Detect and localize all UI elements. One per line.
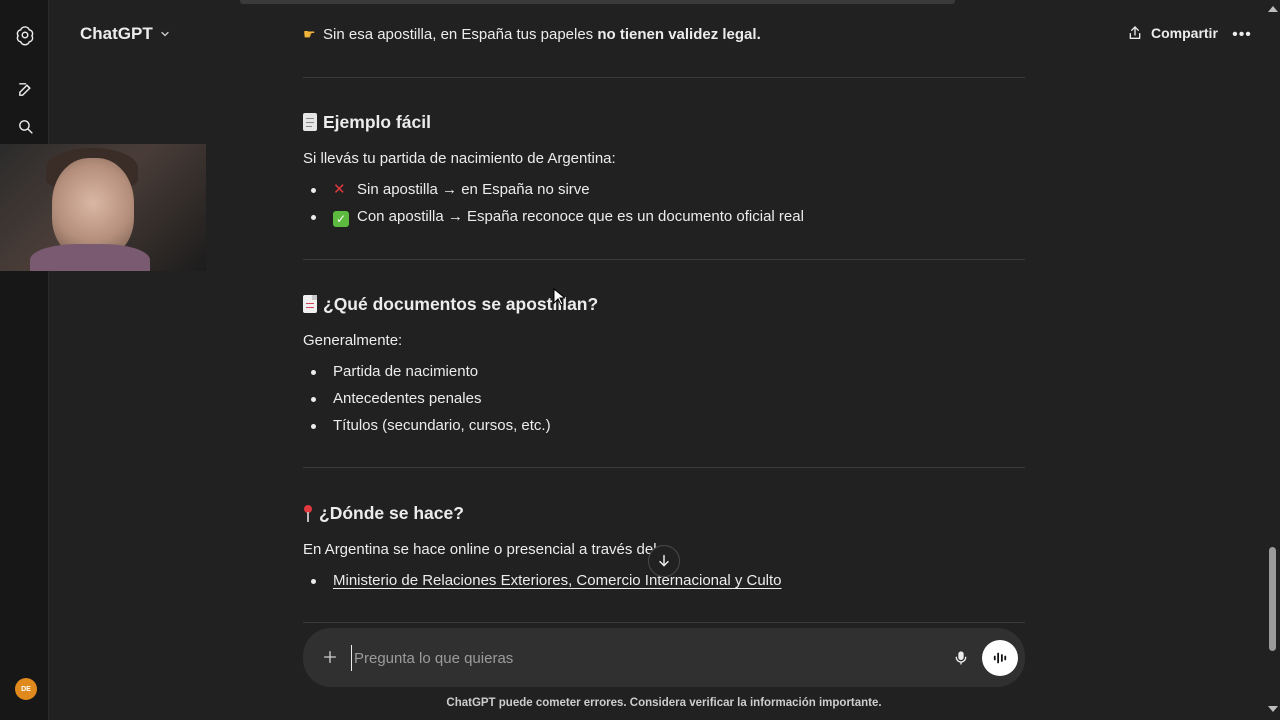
search-icon[interactable] xyxy=(12,113,38,139)
share-label: Compartir xyxy=(1151,25,1218,41)
share-button[interactable]: Compartir xyxy=(1127,25,1218,41)
plus-icon xyxy=(324,651,336,663)
model-label: ChatGPT xyxy=(80,24,153,43)
scroll-up-arrow-icon[interactable] xyxy=(1268,6,1278,12)
chevron-down-icon xyxy=(161,31,169,37)
divider xyxy=(303,259,1025,260)
app-window: DE ChatGPT Compartir ••• ☛ Sin esa aposti… xyxy=(0,0,1280,720)
scroll-down-arrow-icon[interactable] xyxy=(1268,706,1278,712)
voice-waveform-icon xyxy=(993,652,1007,664)
divider xyxy=(303,622,1025,623)
docs-list: Partida de nacimiento Antecedentes penal… xyxy=(303,358,551,439)
list-item: Ministerio de Relaciones Exteriores, Com… xyxy=(303,567,782,594)
page-facing-up-icon xyxy=(303,295,317,314)
round-pushpin-icon xyxy=(303,504,313,523)
list-item: Títulos (secundario, cursos, etc.) xyxy=(303,412,551,439)
section-title-text: Ejemplo fácil xyxy=(323,112,431,132)
sidebar-rail: DE xyxy=(0,0,49,720)
pointing-hand-icon: ☛ xyxy=(303,26,316,42)
intro-text: Sin esa apostilla, en España tus papeles xyxy=(323,26,598,43)
divider xyxy=(303,467,1025,468)
openai-logo-icon[interactable] xyxy=(12,22,38,48)
section-title-text: ¿Dónde se hace? xyxy=(319,503,464,523)
webcam-shirt xyxy=(30,244,150,271)
more-options-icon[interactable]: ••• xyxy=(1229,24,1255,46)
add-attachment-button[interactable] xyxy=(317,644,343,670)
check-mark-icon: ✓ xyxy=(333,211,349,227)
scrollbar-thumb[interactable] xyxy=(1269,547,1276,651)
new-chat-icon[interactable] xyxy=(12,76,38,102)
section-lead: Generalmente: xyxy=(303,332,403,349)
webcam-face xyxy=(52,158,134,258)
example-list: ✕ Sin apostilla → en España no sirve ✓ Con… xyxy=(303,176,804,230)
list-item-text: Con apostilla → España reconoce que es u… xyxy=(357,208,804,225)
section-lead: En Argentina se hace online o presencial… xyxy=(303,541,661,558)
intro-bold-text: no tienen validez legal. xyxy=(597,26,761,43)
scrollbar[interactable] xyxy=(1266,0,1280,720)
document-icon xyxy=(303,113,317,132)
list-item: Antecedentes penales xyxy=(303,385,551,412)
section-title-where: ¿Dónde se hace? xyxy=(303,501,464,526)
webcam-overlay xyxy=(0,144,206,271)
list-item: ✕ Sin apostilla → en España no sirve xyxy=(303,176,804,203)
microphone-icon xyxy=(955,651,967,665)
divider xyxy=(303,77,1025,78)
model-selector[interactable]: ChatGPT xyxy=(80,24,171,44)
mouse-cursor-icon xyxy=(553,288,565,306)
scroll-down-button[interactable] xyxy=(648,545,680,577)
list-item: Partida de nacimiento xyxy=(303,358,551,385)
section-lead: Si llevás tu partida de nacimiento de Ar… xyxy=(303,150,616,167)
prompt-input[interactable] xyxy=(351,645,911,671)
section-title-example: Ejemplo fácil xyxy=(303,110,431,135)
share-icon xyxy=(1129,26,1141,39)
where-list: Ministerio de Relaciones Exteriores, Com… xyxy=(303,567,782,594)
prompt-composer xyxy=(303,628,1025,687)
cross-mark-icon: ✕ xyxy=(333,181,346,198)
intro-line: ☛ Sin esa apostilla, en España tus papele… xyxy=(303,24,761,45)
list-item-text: Sin apostilla → en España no sirve xyxy=(357,181,590,198)
ministry-link[interactable]: Ministerio de Relaciones Exteriores, Com… xyxy=(333,572,782,589)
disclaimer-text: ChatGPT puede cometer errores. Considera… xyxy=(446,697,882,709)
avatar[interactable]: DE xyxy=(15,678,37,700)
list-item: ✓ Con apostilla → España reconoce que es … xyxy=(303,203,804,230)
voice-mode-button[interactable] xyxy=(982,640,1018,676)
arrow-down-icon xyxy=(659,554,669,567)
dictate-button[interactable] xyxy=(948,645,974,671)
